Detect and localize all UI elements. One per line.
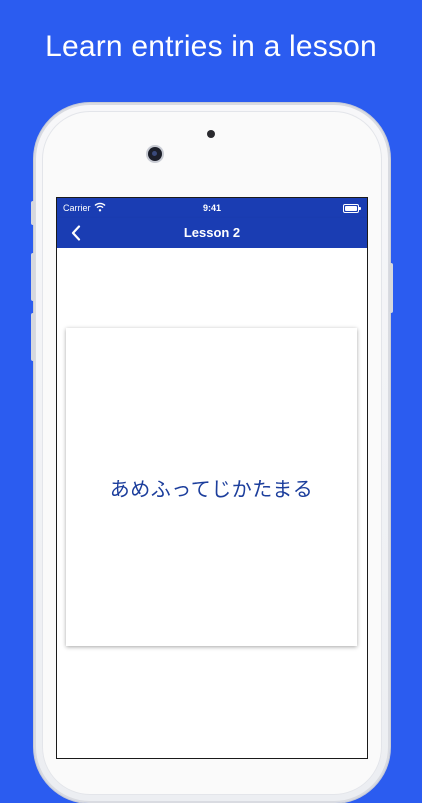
- navigation-bar: Lesson 2: [57, 218, 367, 248]
- status-bar: Carrier 9:41: [57, 198, 367, 218]
- volume-down-button: [31, 313, 35, 361]
- mute-switch: [31, 201, 35, 225]
- lesson-content: あめふってじかたまる: [57, 248, 367, 758]
- flashcard[interactable]: あめふってじかたまる: [66, 328, 357, 646]
- status-time: 9:41: [202, 203, 221, 213]
- battery-icon: [343, 204, 361, 213]
- phone-screen: Carrier 9:41 Lesson 2 あめふってじかたまる: [57, 198, 367, 758]
- power-button: [389, 263, 393, 313]
- phone-frame: Carrier 9:41 Lesson 2 あめふってじかたまる: [31, 103, 393, 803]
- headline: Learn entries in a lesson: [45, 30, 377, 63]
- flashcard-text: あめふってじかたまる: [109, 476, 314, 501]
- nav-title: Lesson 2: [183, 225, 241, 240]
- earpiece-dot: [207, 130, 215, 138]
- volume-up-button: [31, 253, 35, 301]
- front-camera: [148, 147, 162, 161]
